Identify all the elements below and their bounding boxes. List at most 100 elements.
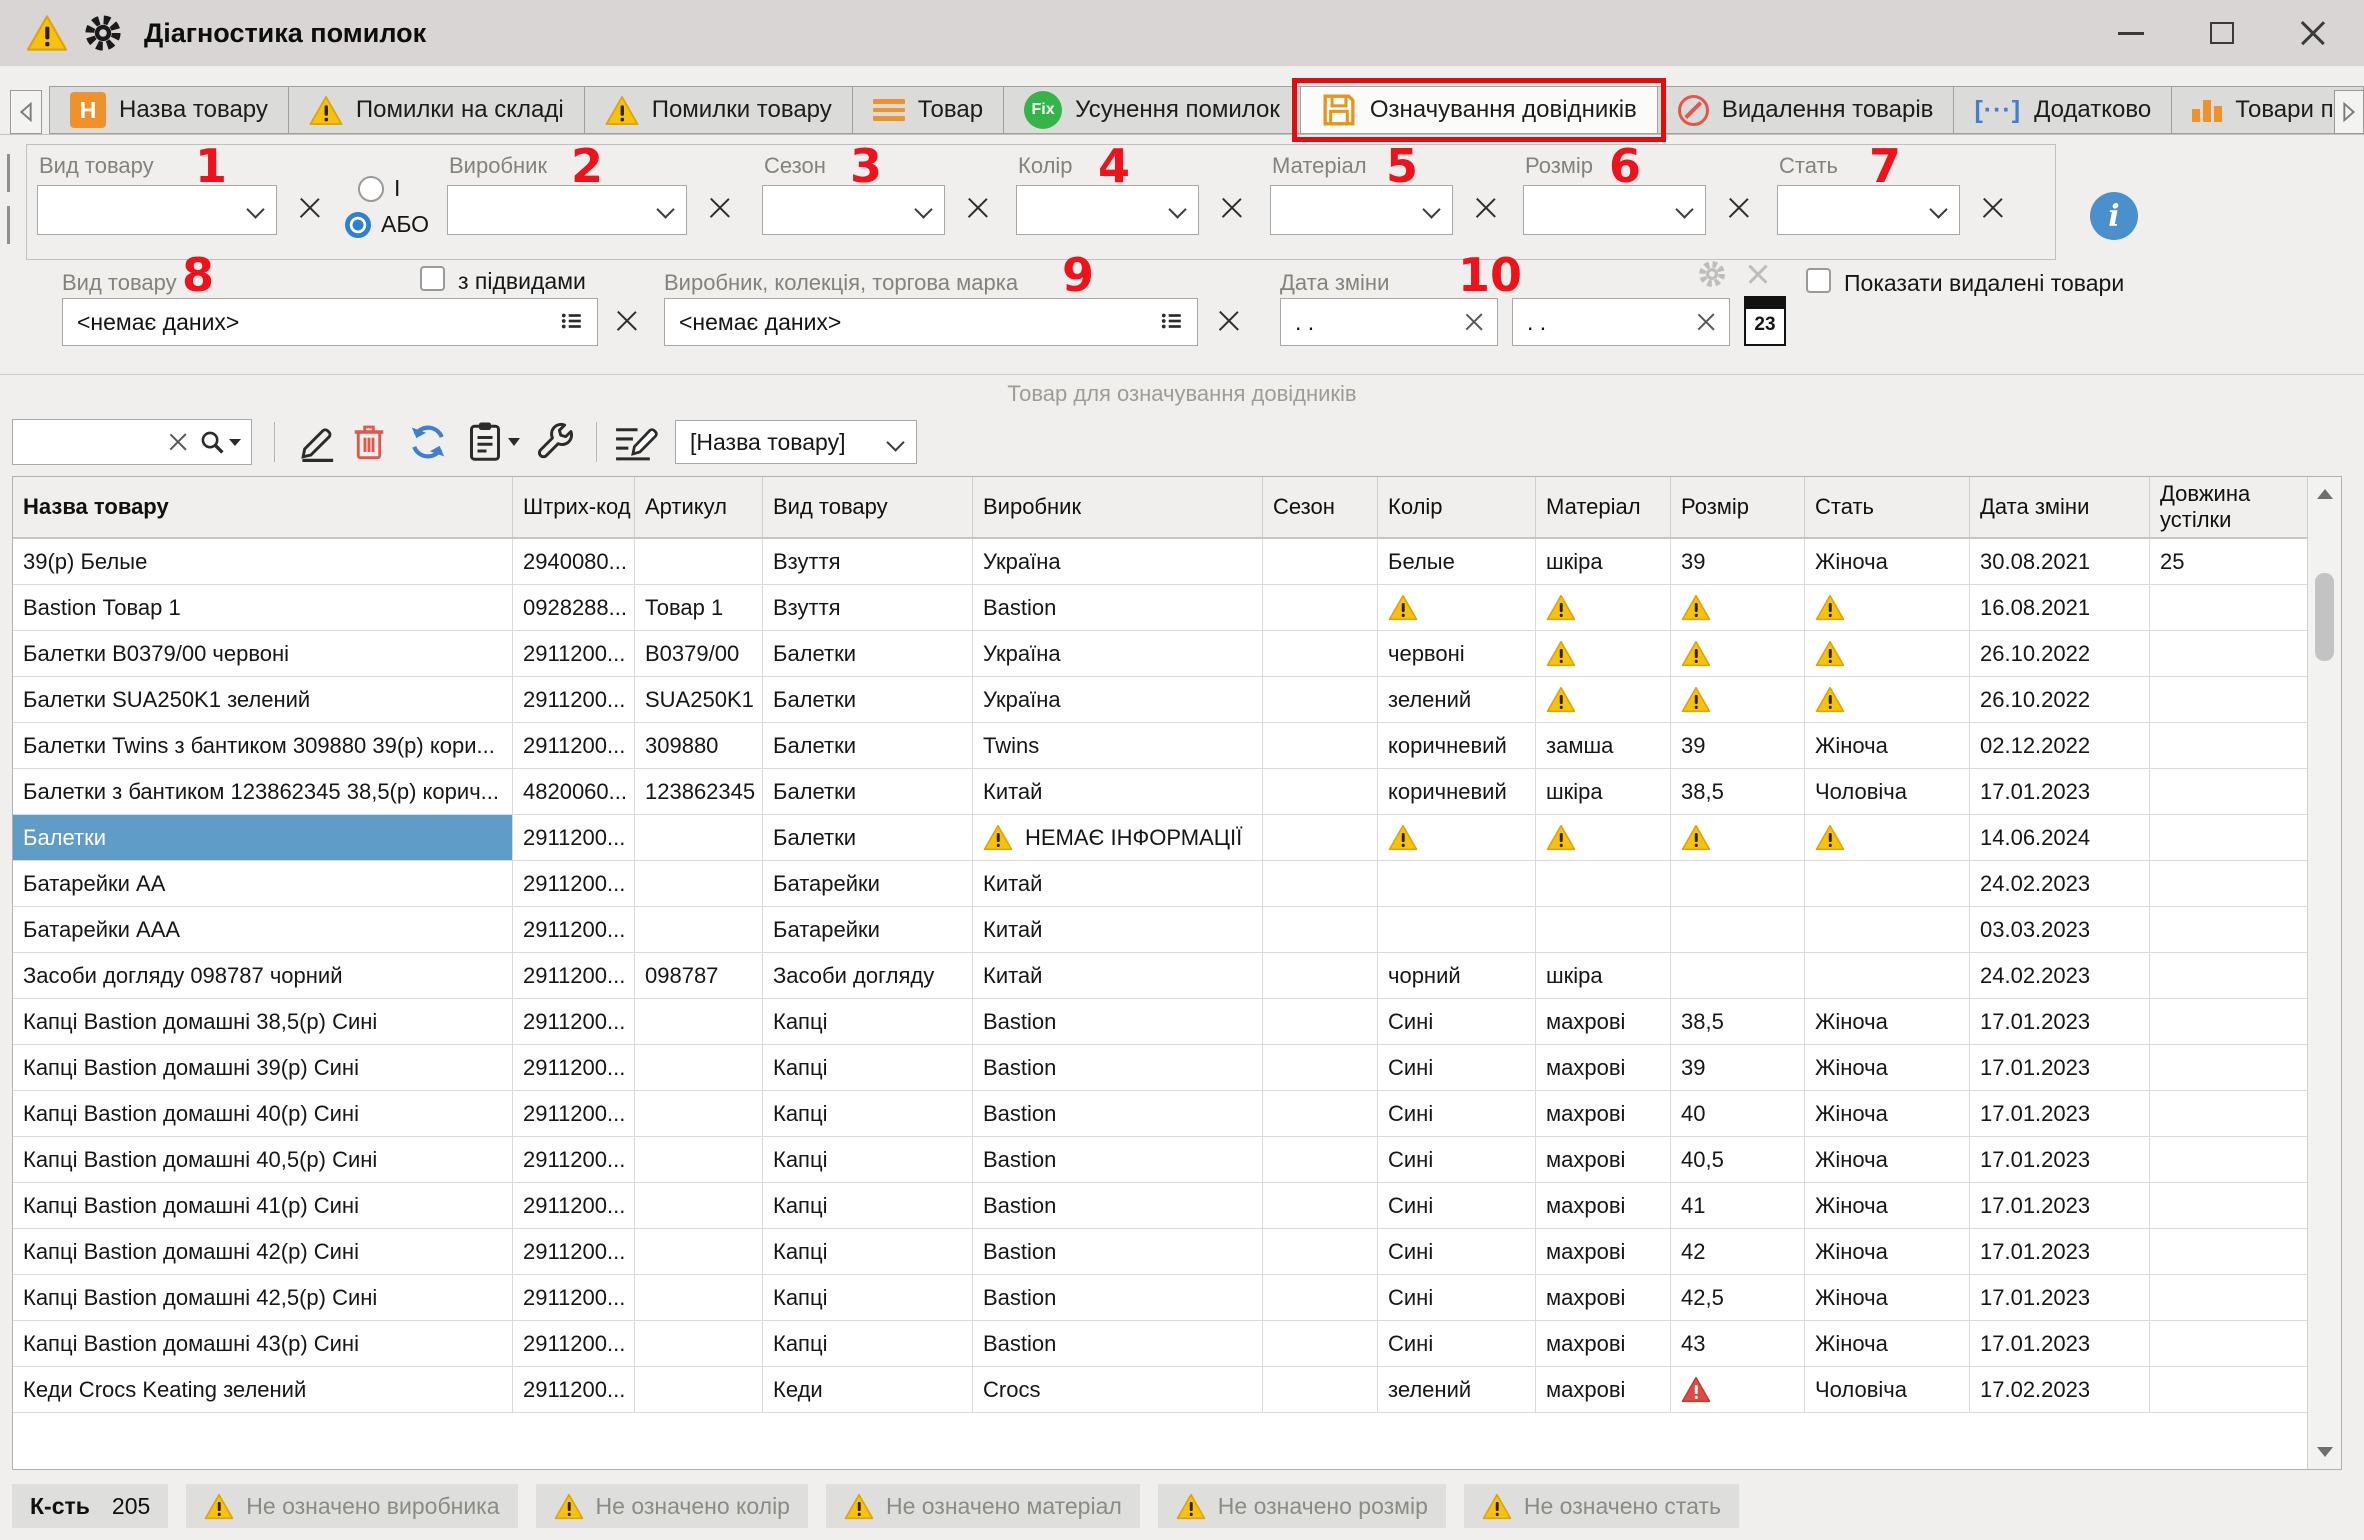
table-cell[interactable] [635, 1275, 763, 1320]
producer-filter-input[interactable]: <немає даних> [664, 298, 1198, 346]
table-cell[interactable]: 40 [1671, 1091, 1805, 1136]
vyrobnyk-combobox[interactable] [447, 185, 687, 235]
table-cell[interactable]: Кеди Crocs Keating зелений [13, 1367, 513, 1412]
vyd-tovaru-combobox[interactable] [37, 185, 277, 235]
table-cell[interactable]: Капці Bastion домашні 38,5(р) Сині [13, 999, 513, 1044]
table-cell[interactable] [1671, 631, 1805, 676]
table-cell[interactable] [2150, 769, 2309, 814]
refresh-button[interactable] [407, 421, 449, 463]
table-cell[interactable]: 17.01.2023 [1970, 1183, 2150, 1228]
table-cell[interactable] [1263, 1321, 1378, 1366]
table-cell[interactable]: B0379/00 [635, 631, 763, 676]
table-cell[interactable]: НЕМАЄ ІНФОРМАЦІЇ [973, 815, 1263, 860]
column-header-1[interactable]: Штрих-код [513, 477, 635, 537]
table-cell[interactable] [1536, 815, 1671, 860]
table-cell[interactable]: Жіноча [1805, 1229, 1970, 1274]
table-cell[interactable]: 17.01.2023 [1970, 1229, 2150, 1274]
table-cell[interactable]: шкіра [1536, 539, 1671, 584]
table-cell[interactable]: Капці [763, 1137, 973, 1182]
table-cell[interactable]: 0928288... [513, 585, 635, 630]
table-cell[interactable] [1671, 677, 1805, 722]
table-cell[interactable] [1263, 769, 1378, 814]
tabs-scroll-right-button[interactable] [2334, 90, 2364, 134]
clear-date-to-button[interactable] [1697, 313, 1715, 331]
table-cell[interactable]: 17.01.2023 [1970, 1275, 2150, 1320]
table-row[interactable]: Капці Bastion домашні 40,5(р) Сині291120… [13, 1137, 2341, 1183]
table-cell[interactable]: 17.01.2023 [1970, 1137, 2150, 1182]
table-cell[interactable]: шкіра [1536, 769, 1671, 814]
table-cell[interactable] [2150, 1275, 2309, 1320]
table-cell[interactable] [1263, 585, 1378, 630]
table-cell[interactable] [1671, 953, 1805, 998]
table-cell[interactable] [635, 999, 763, 1044]
column-header-11[interactable]: Довжина устілки [2150, 477, 2309, 537]
calendar-icon[interactable]: 23 [1744, 296, 1786, 346]
table-row[interactable]: Капці Bastion домашні 41(р) Сині2911200.… [13, 1183, 2341, 1229]
table-cell[interactable]: Батарейки AA [13, 861, 513, 906]
table-cell[interactable] [2150, 907, 2309, 952]
table-cell[interactable]: Bastion [973, 999, 1263, 1044]
table-cell[interactable]: махрові [1536, 1321, 1671, 1366]
table-cell[interactable]: Капці Bastion домашні 39(р) Сині [13, 1045, 513, 1090]
table-cell[interactable]: Bastion [973, 1229, 1263, 1274]
table-row[interactable]: Балетки B0379/00 червоні2911200...B0379/… [13, 631, 2341, 677]
table-cell[interactable] [2150, 999, 2309, 1044]
edit-button[interactable] [297, 422, 337, 462]
table-cell[interactable] [635, 1183, 763, 1228]
table-cell[interactable]: Капці Bastion домашні 42,5(р) Сині [13, 1275, 513, 1320]
table-cell[interactable] [1263, 1229, 1378, 1274]
table-cell[interactable]: Bastion [973, 1045, 1263, 1090]
tools-button[interactable] [534, 422, 574, 462]
column-header-3[interactable]: Вид товару [763, 477, 973, 537]
splitter-grip[interactable] [7, 206, 10, 244]
table-cell[interactable]: Капці [763, 1275, 973, 1320]
table-cell[interactable] [1536, 585, 1671, 630]
table-cell[interactable] [1378, 861, 1536, 906]
table-cell[interactable] [635, 1367, 763, 1412]
table-row[interactable]: Балетки з бантиком 123862345 38,5(р) кор… [13, 769, 2341, 815]
clear-kind-filter-button[interactable] [616, 310, 638, 332]
table-cell[interactable] [635, 907, 763, 952]
table-cell[interactable]: Чоловіча [1805, 769, 1970, 814]
table-cell[interactable]: махрові [1536, 1137, 1671, 1182]
table-cell[interactable]: коричневий [1378, 723, 1536, 768]
table-cell[interactable] [1263, 1137, 1378, 1182]
table-cell[interactable] [1671, 907, 1805, 952]
tab-product[interactable]: Товар [852, 86, 1004, 134]
table-cell[interactable]: 2911200... [513, 1321, 635, 1366]
table-cell[interactable]: Балетки Twins з бантиком 309880 39(р) ко… [13, 723, 513, 768]
table-cell[interactable] [635, 1091, 763, 1136]
table-cell[interactable]: Балетки з бантиком 123862345 38,5(р) кор… [13, 769, 513, 814]
table-cell[interactable] [635, 1137, 763, 1182]
column-header-0[interactable]: Назва товару [13, 477, 513, 537]
table-cell[interactable] [1263, 677, 1378, 722]
table-cell[interactable] [635, 815, 763, 860]
table-row[interactable]: 39(р) Белые2940080...ВзуттяУкраїнаБелыеш… [13, 539, 2341, 585]
table-cell[interactable]: Twins [973, 723, 1263, 768]
table-cell[interactable]: Жіноча [1805, 723, 1970, 768]
table-cell[interactable]: Капці [763, 999, 973, 1044]
table-cell[interactable]: 17.01.2023 [1970, 1091, 2150, 1136]
column-header-7[interactable]: Матеріал [1536, 477, 1671, 537]
date-from-input[interactable]: . . [1280, 298, 1498, 346]
table-cell[interactable] [1536, 631, 1671, 676]
table-cell[interactable]: 2911200... [513, 631, 635, 676]
tabs-scroll-left-button[interactable] [10, 90, 42, 134]
table-cell[interactable] [635, 861, 763, 906]
table-cell[interactable]: 25 [2150, 539, 2309, 584]
list-picker-icon[interactable] [561, 309, 583, 336]
splitter-grip[interactable] [7, 154, 10, 192]
table-cell[interactable]: 2911200... [513, 1275, 635, 1320]
table-cell[interactable] [1536, 907, 1671, 952]
table-cell[interactable]: махрові [1536, 1275, 1671, 1320]
table-cell[interactable]: Капці [763, 1183, 973, 1228]
date-to-input[interactable]: . . [1512, 298, 1730, 346]
table-cell[interactable]: 2911200... [513, 861, 635, 906]
clear-producer-filter-button[interactable] [1218, 310, 1240, 332]
table-cell[interactable]: Капці Bastion домашні 42(р) Сині [13, 1229, 513, 1274]
table-cell[interactable]: 38,5 [1671, 769, 1805, 814]
table-cell[interactable] [2150, 723, 2309, 768]
clear-date-filter-button[interactable] [1748, 264, 1768, 284]
table-row[interactable]: Капці Bastion домашні 42,5(р) Сині291120… [13, 1275, 2341, 1321]
table-cell[interactable]: 24.02.2023 [1970, 861, 2150, 906]
